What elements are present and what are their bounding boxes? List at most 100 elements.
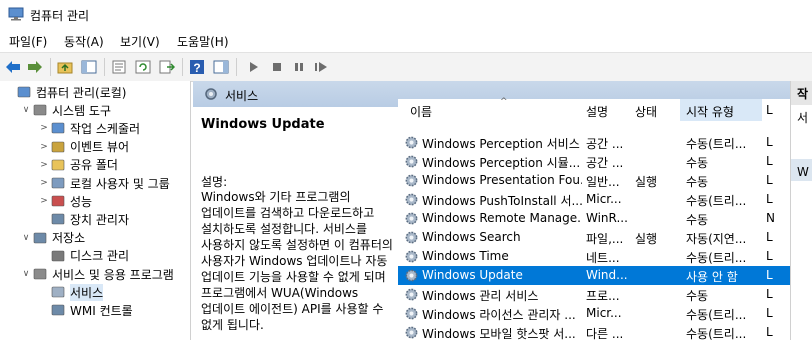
service-desc-cell: 프로...	[586, 289, 620, 303]
tree-item-label: 서비스	[70, 283, 104, 301]
selected-service-name: Windows Update	[201, 117, 325, 132]
tree-node-icon	[50, 157, 66, 173]
collapse-arrow-icon[interactable]: ∨	[20, 269, 32, 279]
collapse-arrow-icon[interactable]: ∨	[20, 233, 32, 243]
tree-item[interactable]: > 작업 스케줄러	[38, 119, 140, 137]
actions-section[interactable]: 서	[797, 109, 808, 126]
expand-arrow-icon[interactable]: >	[38, 123, 50, 133]
tree-item[interactable]: 장치 관리자	[38, 210, 129, 228]
tree-item-label: 저장소	[52, 231, 86, 246]
tree-item[interactable]: ∨ 저장소	[20, 229, 85, 247]
service-row[interactable]: Windows Search 파일,... 실행 자동(지연... L	[398, 228, 790, 247]
service-row[interactable]: Windows 관리 서비스 프로... 수동 L	[398, 285, 790, 304]
tree-item-label: 시스템 도구	[52, 103, 112, 118]
service-desc-cell: 다른 ...	[586, 327, 624, 341]
menu-view[interactable]: 보기(V)	[120, 33, 160, 50]
up-folder-icon[interactable]	[56, 58, 74, 76]
service-row[interactable]: Windows Presentation Fou... 일반... 실행 수동 L	[398, 171, 790, 190]
tree-node-icon	[50, 175, 66, 191]
menu-bar: 파일(F) 동작(A) 보기(V) 도움말(H)	[0, 30, 812, 52]
console-tree: 컴퓨터 관리(로컬) ∨ 시스템 도구 > 작업 스케줄러 > 이벤트 뷰어 > 공유 폴더 > 로…	[0, 81, 191, 340]
service-row[interactable]: Windows Perception 서비스 공간 ... 수동(트리... L	[398, 133, 790, 152]
service-desc-cell: Micr...	[586, 192, 622, 206]
service-gear-icon	[404, 154, 419, 169]
collapse-arrow-icon[interactable]: ∨	[20, 105, 32, 115]
tree-item[interactable]: > 성능	[38, 192, 92, 210]
service-row[interactable]: Windows Time 네트... 수동(트리... L	[398, 247, 790, 266]
actions-title: 작	[797, 87, 809, 101]
service-gear-icon	[404, 173, 419, 188]
service-desc-cell: 공간 ...	[586, 137, 624, 151]
tree-node-icon	[50, 139, 66, 155]
pause-service-icon[interactable]	[290, 58, 308, 76]
service-logon-cell: L	[766, 249, 773, 263]
stop-service-icon[interactable]	[268, 58, 286, 76]
column-name[interactable]: ^ 이름	[410, 97, 508, 120]
restart-service-icon[interactable]	[312, 58, 330, 76]
tree-item[interactable]: > 로컬 사용자 및 그룹	[38, 174, 170, 192]
service-row[interactable]: Windows 모바일 핫스팟 서... 다른 ... 수동(트리... L	[398, 323, 790, 342]
actions-pane: 작 서 W	[790, 81, 812, 340]
properties-icon[interactable]	[110, 58, 128, 76]
tree-item[interactable]: WMI 컨트롤	[38, 301, 133, 319]
menu-action[interactable]: 동작(A)	[64, 33, 104, 50]
tree-item-label: 이벤트 뷰어	[70, 140, 130, 155]
service-startup-cell: 수동(트리...	[686, 308, 747, 322]
tree-item-label: 로컬 사용자 및 그룹	[70, 176, 170, 191]
tree-item-label: 성능	[70, 194, 93, 209]
actions-selected-item[interactable]: W	[797, 165, 809, 179]
forward-arrow-icon[interactable]	[26, 58, 44, 76]
service-logon-cell: L	[766, 287, 773, 301]
start-service-icon[interactable]	[244, 58, 262, 76]
service-row[interactable]: Windows Update Wind... 사용 안 함 L	[398, 266, 790, 285]
tree-item-label: 장치 관리자	[70, 212, 130, 227]
tree-item[interactable]: ∨ 서비스 및 응용 프로그램	[20, 265, 174, 283]
service-row[interactable]: Windows 라이선스 관리자 ... Micr... 수동(트리... L	[398, 304, 790, 323]
service-logon-cell: L	[766, 325, 773, 339]
action-pane-icon[interactable]	[212, 58, 230, 76]
service-desc-cell: 일반...	[586, 175, 620, 189]
column-header-row: ^ 이름 설명 상태 시작 유형 L	[398, 97, 790, 121]
tree-node-icon	[50, 302, 66, 318]
tree-node-icon	[50, 193, 66, 209]
tree-item[interactable]: > 이벤트 뷰어	[38, 138, 129, 156]
tree-node-icon	[32, 102, 48, 118]
show-hide-console-tree-icon[interactable]	[80, 58, 98, 76]
expand-arrow-icon[interactable]: >	[38, 142, 50, 152]
service-row[interactable]: Windows Remote Manage... WinR... 수동 N	[398, 209, 790, 228]
expand-arrow-icon[interactable]: >	[38, 160, 50, 170]
back-arrow-icon[interactable]	[4, 58, 22, 76]
service-row[interactable]: Windows Perception 시뮬... 공간 ... 수동 L	[398, 152, 790, 171]
column-startup-type[interactable]: 시작 유형	[686, 103, 734, 120]
service-gear-icon	[404, 192, 419, 207]
menu-help[interactable]: 도움말(H)	[177, 33, 229, 50]
column-description[interactable]: 설명	[586, 103, 608, 120]
tree-item[interactable]: 서비스	[38, 283, 104, 301]
refresh-icon[interactable]	[134, 58, 152, 76]
menu-file[interactable]: 파일(F)	[9, 33, 47, 50]
tree-node-icon	[16, 84, 32, 100]
help-icon[interactable]: ?	[188, 58, 206, 76]
column-logon[interactable]: L	[766, 103, 773, 117]
service-logon-cell: L	[766, 154, 773, 168]
tree-node-icon	[50, 211, 66, 227]
service-status-cell: 실행	[635, 232, 658, 246]
service-name-cell: Windows 모바일 핫스팟 서...	[422, 327, 576, 341]
tree-item[interactable]: 컴퓨터 관리(로컬)	[4, 83, 126, 101]
column-status[interactable]: 상태	[635, 103, 657, 120]
tree-node-icon	[32, 266, 48, 282]
tree-item-label: 컴퓨터 관리(로컬)	[36, 85, 127, 100]
expand-arrow-icon[interactable]: >	[38, 178, 50, 188]
service-row[interactable]: Windows PushToInstall 서... Micr... 수동(트리..…	[398, 190, 790, 209]
tree-item[interactable]: > 공유 폴더	[38, 156, 118, 174]
service-name-cell: Windows Perception 시뮬...	[422, 156, 581, 170]
service-logon-cell: L	[766, 230, 773, 244]
expand-arrow-icon[interactable]: >	[38, 196, 50, 206]
service-logon-cell: L	[766, 192, 773, 206]
tree-item-label: 작업 스케줄러	[70, 121, 141, 136]
tree-item[interactable]: 디스크 관리	[38, 247, 129, 265]
tree-item[interactable]: ∨ 시스템 도구	[20, 101, 111, 119]
service-name-cell: Windows Time	[422, 249, 509, 263]
export-list-icon[interactable]	[158, 58, 176, 76]
service-desc-cell: Wind...	[586, 268, 628, 282]
